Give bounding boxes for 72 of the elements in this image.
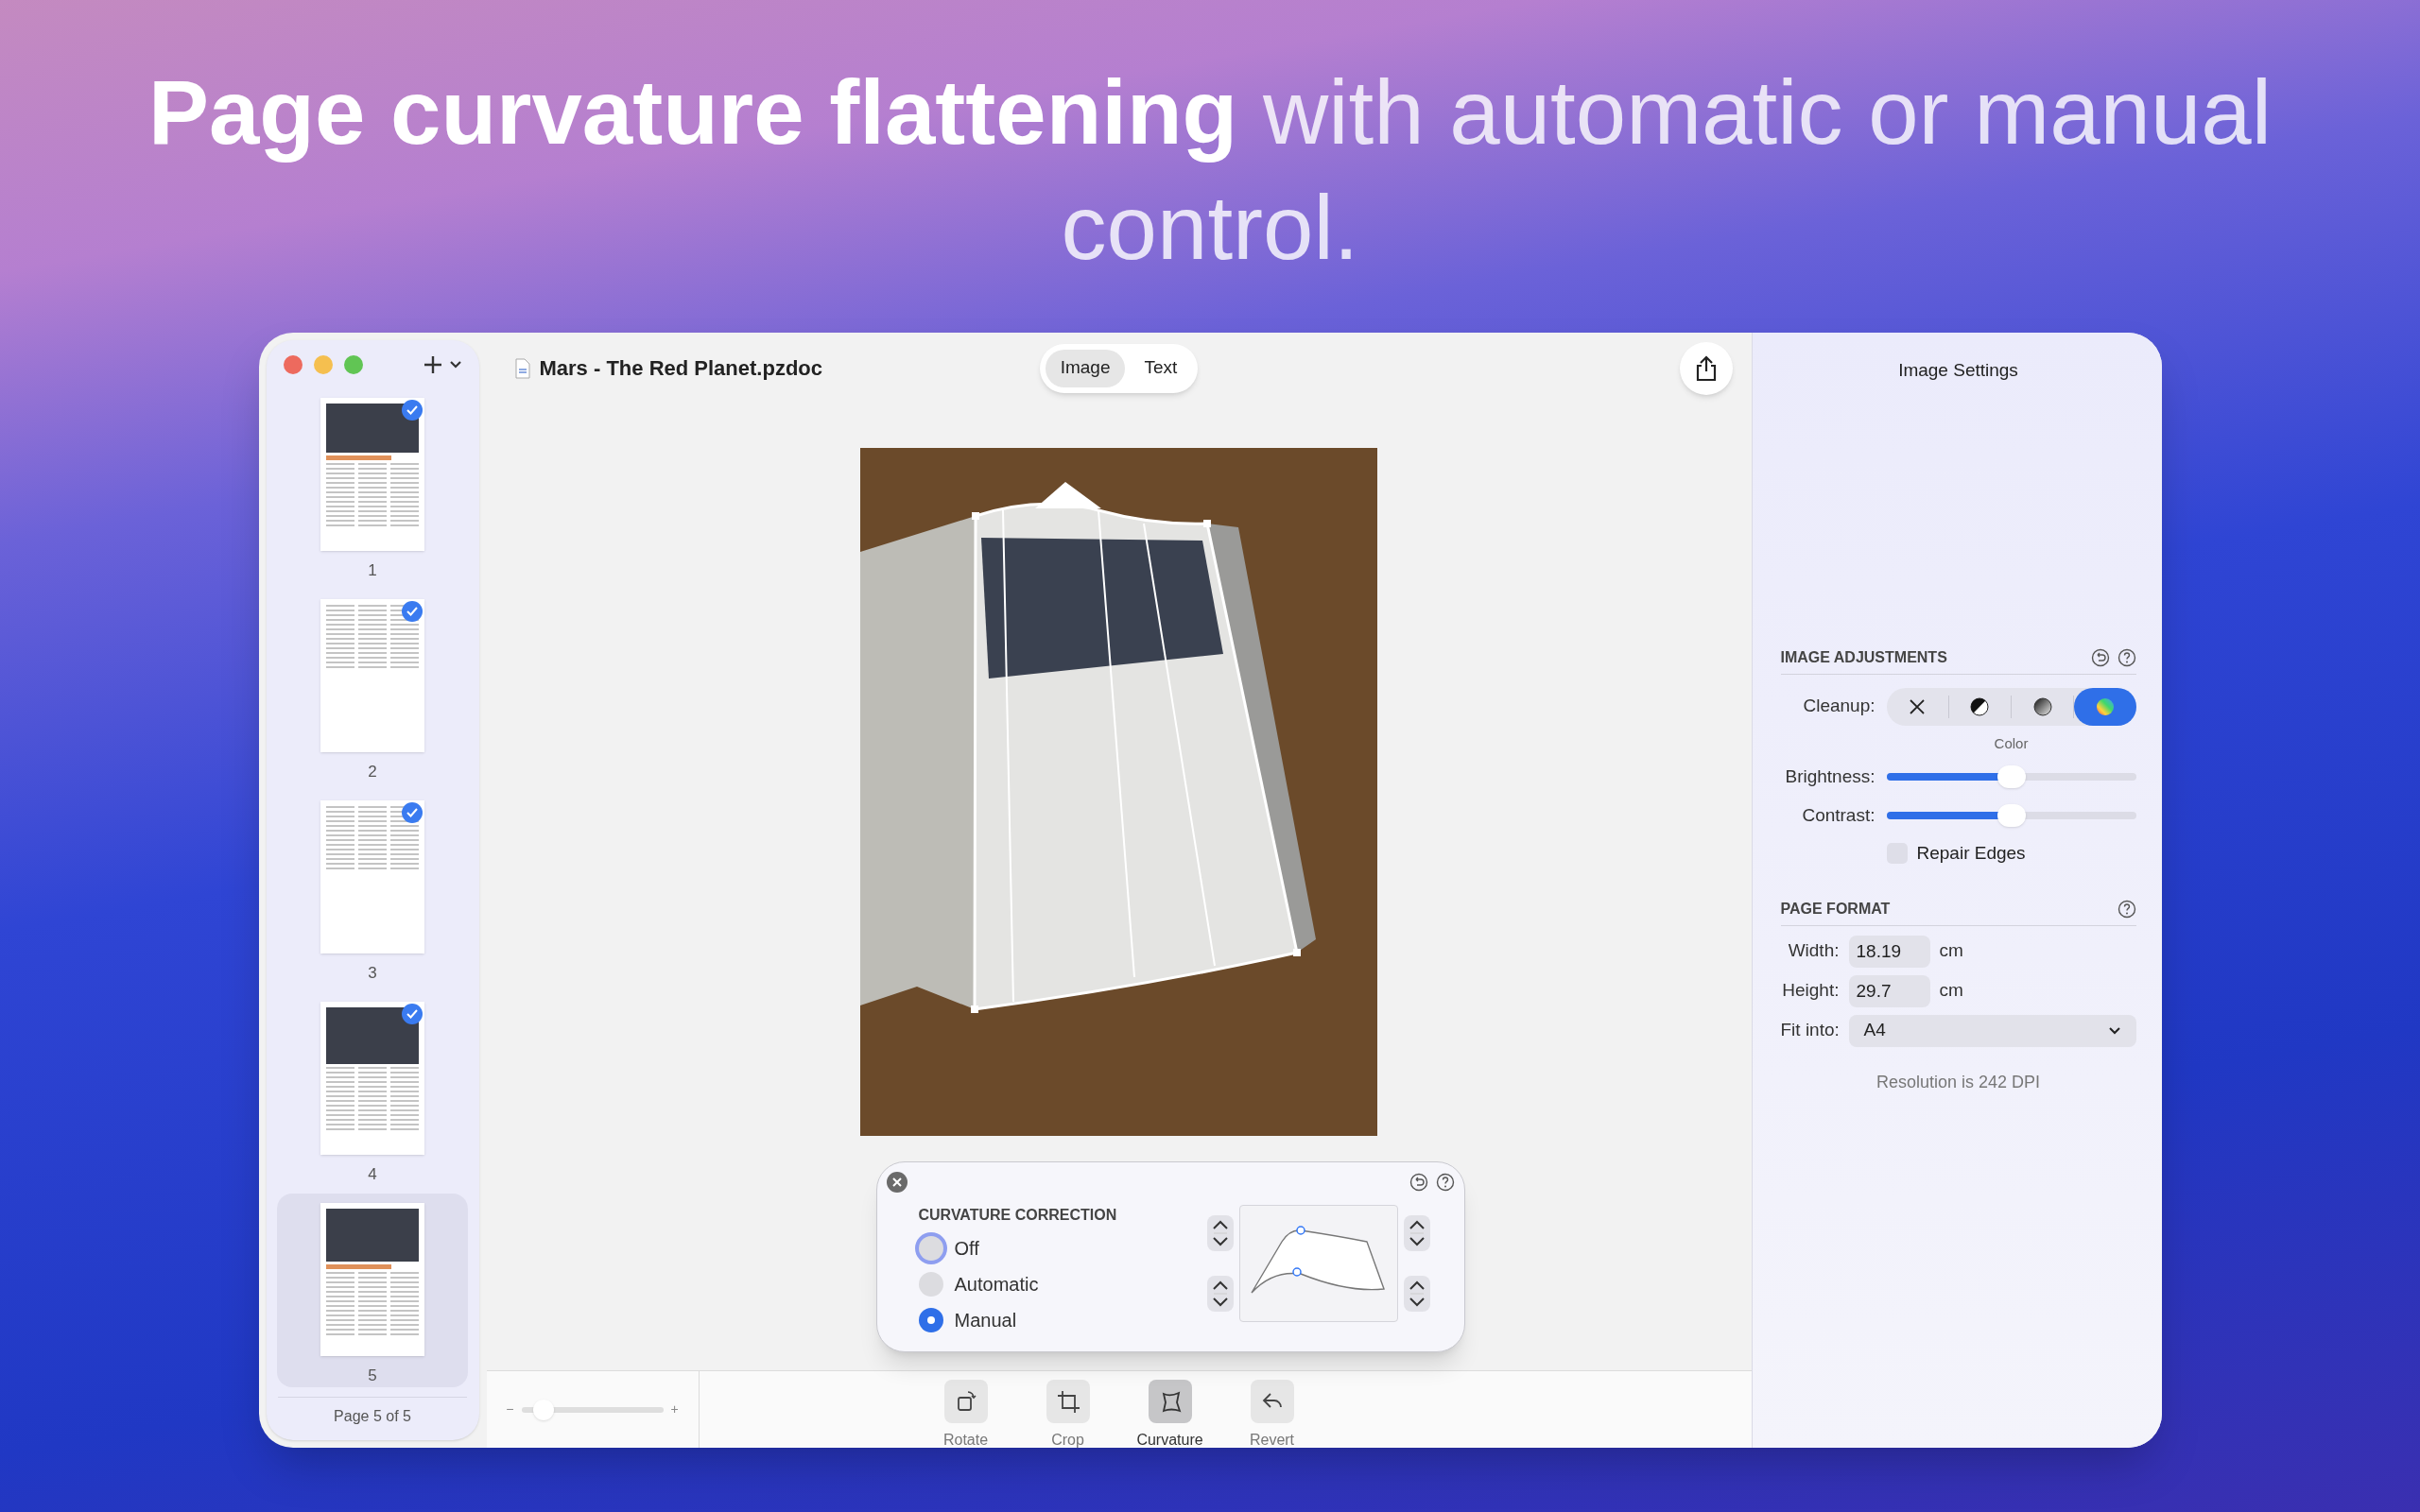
text-field[interactable]: 18.19 bbox=[1848, 935, 1930, 968]
page-list-item[interactable]: 1 bbox=[277, 388, 468, 582]
slider-thumb[interactable] bbox=[1996, 803, 2026, 827]
page-number: 2 bbox=[368, 761, 377, 782]
add-page-button[interactable] bbox=[422, 353, 462, 375]
radio-button[interactable] bbox=[918, 1308, 943, 1332]
contrast-icon bbox=[1969, 696, 1991, 717]
grayscale-icon bbox=[2031, 696, 2053, 717]
close-icon bbox=[891, 1177, 902, 1187]
share-icon bbox=[1694, 354, 1718, 382]
field-label: Height: bbox=[1781, 979, 1840, 1003]
page-number: 1 bbox=[368, 559, 377, 581]
paper-size-dropdown[interactable]: A4 bbox=[1848, 1014, 2136, 1047]
chevron-down-icon bbox=[448, 359, 462, 369]
reset-icon[interactable] bbox=[1409, 1173, 1428, 1192]
tool-button[interactable]: Crop bbox=[1029, 1380, 1106, 1448]
page-list-item[interactable]: 3 bbox=[277, 791, 468, 985]
page-list-item[interactable]: 2 bbox=[277, 590, 468, 783]
page-number: 3 bbox=[368, 962, 377, 984]
resolution-text: Resolution is 242 DPI bbox=[1876, 1071, 2041, 1093]
page-number: 4 bbox=[368, 1163, 377, 1185]
page-number: 5 bbox=[368, 1365, 377, 1386]
tool-button[interactable]: Curvature bbox=[1132, 1380, 1208, 1448]
slider[interactable] bbox=[1886, 803, 2136, 827]
stepper[interactable] bbox=[1403, 1275, 1430, 1312]
plus-icon bbox=[422, 353, 443, 375]
checkbox-label: Repair Edges bbox=[1916, 842, 2026, 865]
help-icon[interactable] bbox=[2117, 899, 2136, 919]
text-field[interactable]: 29.7 bbox=[1848, 974, 1930, 1007]
slider-label: Contrast: bbox=[1801, 803, 1876, 827]
chevron-down-icon bbox=[2107, 1025, 2121, 1036]
document-icon bbox=[514, 357, 530, 379]
tool-button[interactable]: Rotate bbox=[927, 1380, 1004, 1448]
share-button[interactable] bbox=[1679, 341, 1733, 395]
zoom-slider[interactable] bbox=[521, 1399, 664, 1420]
radio-button[interactable] bbox=[918, 1272, 943, 1297]
color-icon bbox=[2094, 696, 2116, 717]
field-label: Cleanup: bbox=[1802, 695, 1876, 718]
radio-label: Manual bbox=[954, 1309, 1017, 1332]
reset-icon[interactable] bbox=[2090, 647, 2110, 667]
tool-button[interactable]: Revert bbox=[1234, 1380, 1310, 1448]
stepper[interactable] bbox=[1206, 1214, 1234, 1251]
mode-tab[interactable]: Image bbox=[1045, 349, 1126, 387]
help-icon[interactable] bbox=[2117, 647, 2136, 667]
slider-thumb[interactable] bbox=[533, 1399, 555, 1420]
stepper[interactable] bbox=[1403, 1214, 1430, 1251]
slider[interactable] bbox=[1886, 765, 2136, 789]
section-heading: IMAGE ADJUSTMENTS bbox=[1780, 647, 1947, 667]
section-heading: CURVATURE CORRECTION bbox=[917, 1206, 1118, 1225]
document-title: Mars - The Red Planet.pzdoc bbox=[539, 355, 822, 382]
mode-tab[interactable]: Text bbox=[1129, 349, 1193, 387]
page-list-item[interactable]: 5 bbox=[277, 1194, 468, 1387]
radio-label: Automatic bbox=[954, 1273, 1039, 1297]
section-heading: PAGE FORMAT bbox=[1780, 899, 1891, 919]
unit-label: cm bbox=[1939, 979, 1963, 1003]
close-window-icon[interactable] bbox=[283, 354, 302, 374]
page-list-item[interactable]: 4 bbox=[277, 992, 468, 1186]
zoom-out-label: − bbox=[506, 1400, 514, 1418]
close-button[interactable] bbox=[886, 1172, 908, 1193]
field-label: Width: bbox=[1787, 939, 1840, 963]
help-icon[interactable] bbox=[1435, 1173, 1455, 1192]
slider-label: Brightness: bbox=[1784, 765, 1876, 788]
slider-thumb[interactable] bbox=[1996, 765, 2026, 789]
stepper[interactable] bbox=[1206, 1275, 1234, 1312]
panel-title: Image Settings bbox=[1898, 359, 2018, 382]
field-label: Fit into: bbox=[1780, 1019, 1840, 1042]
page-count: Page 5 of 5 bbox=[334, 1406, 411, 1426]
cleanup-caption: Color bbox=[1994, 733, 2029, 753]
headline: Page curvature flattening with automatic or manual control. bbox=[147, 60, 2273, 280]
unit-label: cm bbox=[1939, 939, 1963, 963]
zoom-in-label: + bbox=[670, 1400, 679, 1418]
radio-label: Off bbox=[954, 1237, 979, 1261]
